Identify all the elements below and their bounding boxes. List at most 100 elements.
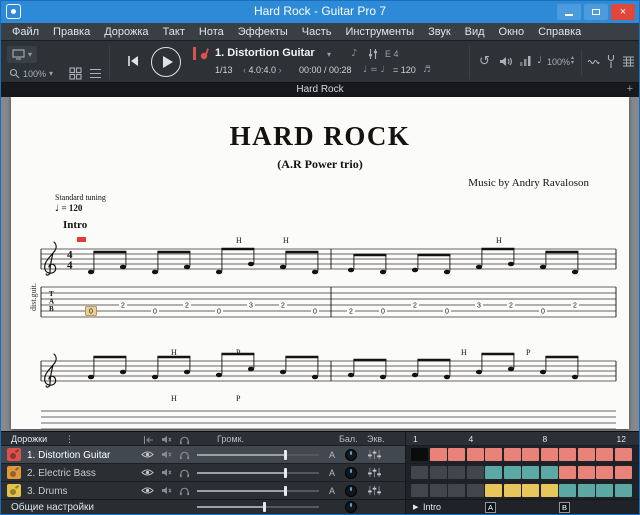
headphones-solo-icon[interactable]	[179, 486, 190, 496]
panel-menu-icon[interactable]: ⋮	[65, 434, 74, 445]
volume-slider[interactable]	[197, 468, 319, 478]
chevron-down-icon[interactable]: ▾	[327, 50, 331, 59]
timeline-cell[interactable]	[578, 448, 595, 461]
master-balance-knob[interactable]	[345, 501, 357, 513]
section-markers-row[interactable]: ▶ Intro AB	[406, 500, 639, 514]
volume-slider[interactable]	[197, 450, 319, 460]
timeline-cell[interactable]	[596, 448, 613, 461]
menu-item-4[interactable]: Такт	[156, 24, 192, 40]
timeline-cell[interactable]	[485, 466, 502, 479]
speed-stepper[interactable]: ▴▾	[571, 56, 574, 66]
timeline-cell[interactable]	[541, 448, 558, 461]
timeline-cell[interactable]	[430, 448, 447, 461]
note-icon[interactable]: ♪	[351, 48, 357, 59]
title-bar[interactable]: Hard Rock - Guitar Pro 7 ×	[1, 1, 639, 23]
automation-label[interactable]: A	[329, 486, 335, 496]
mute-speaker-icon[interactable]	[161, 486, 172, 495]
timeline-cell[interactable]	[411, 466, 428, 479]
timeline-cell[interactable]	[504, 448, 521, 461]
maximize-button[interactable]	[584, 4, 608, 20]
section-box-b[interactable]: B	[559, 502, 570, 513]
menu-item-12[interactable]: Справка	[531, 24, 588, 40]
timeline-cell[interactable]	[448, 466, 465, 479]
timeline-cell[interactable]	[430, 484, 447, 497]
timeline-cell[interactable]	[467, 448, 484, 461]
playhead-cell[interactable]	[411, 448, 428, 461]
headphones-solo-icon[interactable]	[179, 468, 190, 478]
add-tab-button[interactable]: +	[627, 83, 633, 95]
visibility-eye-icon[interactable]	[141, 450, 154, 459]
line-in-wave-icon[interactable]	[587, 58, 600, 66]
fretboard-icon[interactable]	[622, 55, 635, 67]
timeline-cell[interactable]	[541, 484, 558, 497]
timeline-cell[interactable]	[596, 484, 613, 497]
fader-icon[interactable]	[367, 48, 379, 60]
timeline-cell[interactable]	[504, 484, 521, 497]
timeline-cell[interactable]	[522, 466, 539, 479]
menu-item-1[interactable]: Файл	[5, 24, 46, 40]
eq-icon[interactable]	[367, 467, 382, 478]
timeline-cell[interactable]	[541, 466, 558, 479]
master-volume-slider[interactable]	[197, 502, 319, 512]
level-meter-icon[interactable]	[519, 55, 531, 67]
swing-feel-icon[interactable]: ♬	[423, 65, 431, 75]
timeline-cell[interactable]	[559, 448, 576, 461]
menu-item-5[interactable]: Нота	[192, 24, 231, 40]
timeline-cell[interactable]	[467, 484, 484, 497]
position-indicator[interactable]: ‹ 4.0:4.0 ›	[243, 65, 282, 75]
menu-item-11[interactable]: Окно	[492, 24, 532, 40]
menu-item-10[interactable]: Вид	[458, 24, 492, 40]
volume-slider[interactable]	[197, 486, 319, 496]
notation-system-1[interactable]: 4 4 T A B HHH0202032020203202	[31, 235, 621, 343]
track-name[interactable]: 2. Electric Bass	[27, 468, 96, 479]
menu-item-2[interactable]: Правка	[46, 24, 97, 40]
track-name[interactable]: 3. Drums	[27, 486, 68, 497]
zoom-control[interactable]: 100% ▾	[9, 66, 53, 81]
timeline-cell[interactable]	[485, 484, 502, 497]
track-row[interactable]: 1. Distortion Guitar A	[1, 446, 639, 464]
timeline-cell[interactable]	[411, 484, 428, 497]
menu-item-7[interactable]: Часть	[295, 24, 339, 40]
automation-label[interactable]: A	[329, 468, 335, 478]
relative-speed-value[interactable]: 100%	[547, 57, 570, 67]
score-page[interactable]: HARD ROCK (A.R Power trio) Music by Andr…	[11, 97, 629, 429]
timeline-cell[interactable]	[485, 448, 502, 461]
balance-knob[interactable]	[345, 485, 357, 497]
section-marker-label[interactable]: Intro	[423, 502, 441, 512]
timeline-cells[interactable]	[406, 446, 639, 463]
balance-knob[interactable]	[345, 449, 357, 461]
timeline-cell[interactable]	[467, 466, 484, 479]
master-settings-label[interactable]: Общие настройки	[11, 502, 94, 513]
timeline-cells[interactable]	[406, 464, 639, 481]
timeline-cell[interactable]	[504, 466, 521, 479]
collapse-icon[interactable]	[143, 435, 154, 445]
mute-speaker-icon[interactable]	[161, 450, 172, 459]
timeline-cell[interactable]	[522, 448, 539, 461]
timeline-cells[interactable]	[406, 482, 639, 499]
balance-knob[interactable]	[345, 467, 357, 479]
timeline-cell[interactable]	[615, 448, 632, 461]
minimize-button[interactable]	[557, 4, 581, 20]
section-marker[interactable]: Intro	[63, 219, 87, 231]
go-to-start-button[interactable]	[127, 55, 140, 67]
visibility-eye-icon[interactable]	[141, 468, 154, 477]
timeline-cell[interactable]	[578, 466, 595, 479]
section-box-a[interactable]: A	[485, 502, 496, 513]
timeline-cell[interactable]	[448, 484, 465, 497]
eq-icon[interactable]	[367, 485, 382, 496]
notes-and-tab-numbers[interactable]: HHH0202032020203202	[86, 236, 580, 316]
eq-icon[interactable]	[367, 449, 382, 460]
multitrack-view-button[interactable]	[69, 67, 82, 80]
tuning-fork-icon[interactable]	[605, 54, 617, 69]
tempo-equivalence[interactable]: ♩ = ♩	[363, 65, 385, 75]
timeline-cell[interactable]	[615, 484, 632, 497]
menu-item-9[interactable]: Звук	[421, 24, 458, 40]
headphones-solo-icon[interactable]	[179, 450, 190, 460]
play-button[interactable]	[151, 47, 181, 77]
page-layout-button[interactable]	[89, 67, 102, 80]
menu-item-8[interactable]: Инструменты	[338, 24, 421, 40]
visibility-eye-icon[interactable]	[141, 486, 154, 495]
solo-all-headphones-icon[interactable]	[179, 435, 190, 445]
close-button[interactable]: ×	[611, 4, 635, 20]
track-row[interactable]: 2. Electric Bass A	[1, 464, 639, 482]
